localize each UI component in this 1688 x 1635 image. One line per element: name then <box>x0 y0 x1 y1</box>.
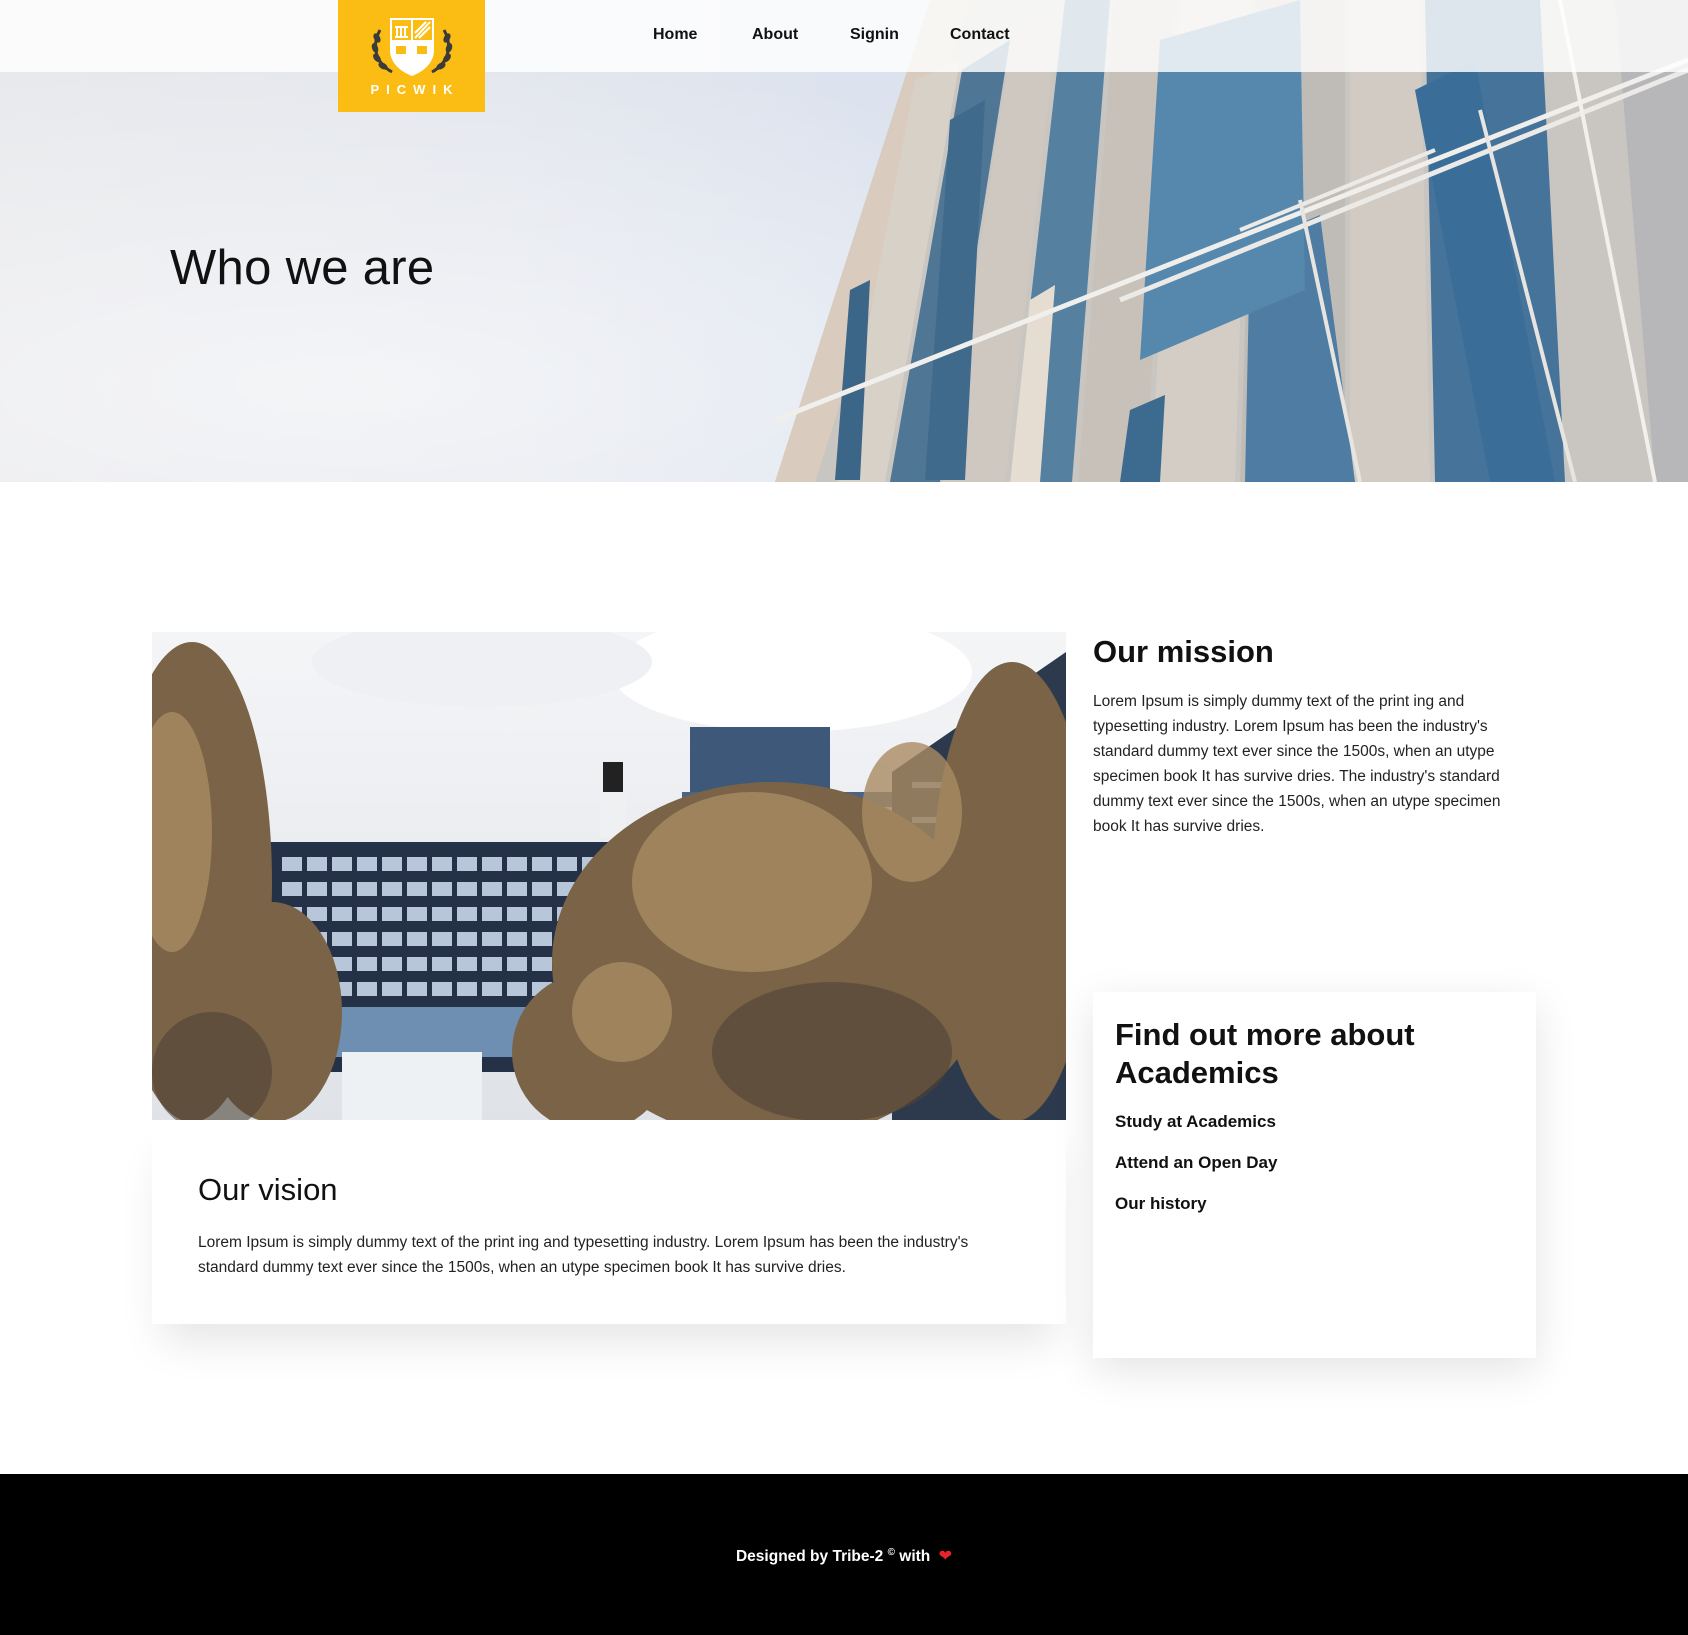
top-navigation-bar <box>0 0 1688 72</box>
nav-signin[interactable]: Signin <box>850 26 899 44</box>
link-attend-open-day[interactable]: Attend an Open Day <box>1115 1153 1277 1175</box>
brand-name: PICWIK <box>370 82 460 97</box>
find-out-more-card: Find out more about Academics Study at A… <box>1093 992 1536 1358</box>
footer: Designed by Tribe-2 © with ❤ <box>0 1474 1688 1635</box>
nav-about[interactable]: About <box>752 26 798 44</box>
heart-icon: ❤ <box>938 1548 952 1565</box>
copyright-symbol: © <box>887 1546 895 1558</box>
mission-heading: Our mission <box>1093 634 1274 669</box>
link-our-history[interactable]: Our history <box>1115 1194 1277 1216</box>
hero-banner: Who we are <box>0 0 1688 482</box>
brand-logo[interactable]: PICWIK <box>338 0 485 112</box>
vision-card: Our vision Lorem Ipsum is simply dummy t… <box>152 1120 1066 1324</box>
vision-heading: Our vision <box>198 1172 338 1207</box>
find-out-more-heading: Find out more about Academics <box>1115 1017 1415 1090</box>
footer-designed-by: Designed by Tribe-2 <box>735 1548 884 1565</box>
nav-home[interactable]: Home <box>653 26 697 44</box>
link-study-at-academics[interactable]: Study at Academics <box>1115 1112 1277 1134</box>
campus-photo <box>152 632 1066 1120</box>
crest-icon <box>371 18 452 76</box>
footer-with: with <box>899 1548 931 1565</box>
nav-contact[interactable]: Contact <box>950 26 1010 44</box>
mission-text: Lorem Ipsum is simply dummy text of the … <box>1093 693 1501 835</box>
find-out-more-links: Study at Academics Attend an Open Day Ou… <box>1115 1112 1277 1235</box>
footer-credit: Designed by Tribe-2 © with ❤ <box>0 1546 1688 1566</box>
page-title: Who we are <box>170 241 435 295</box>
vision-text: Lorem Ipsum is simply dummy text of the … <box>198 1234 969 1276</box>
